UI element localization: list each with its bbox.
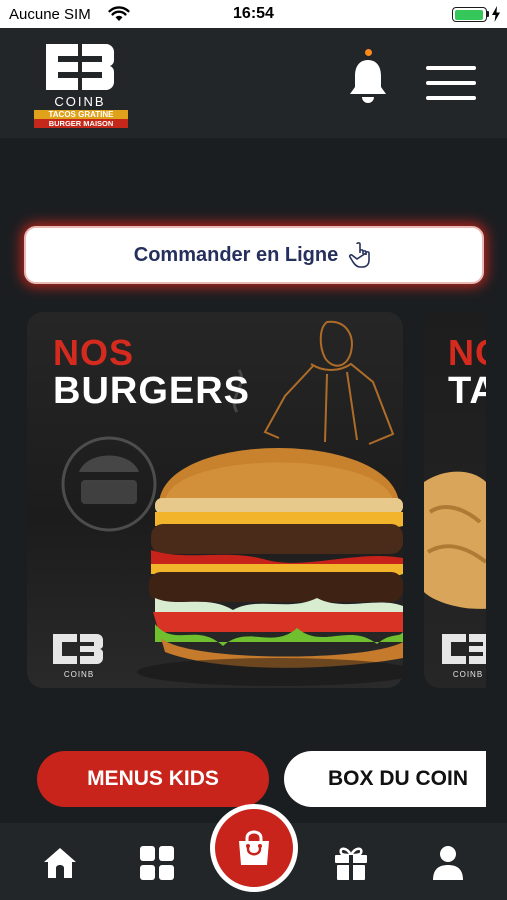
logo-mark-icon [46, 44, 115, 90]
brand-watermark-label: COINB [453, 670, 483, 679]
order-online-button[interactable]: Commander en Ligne [24, 226, 484, 284]
charging-icon [492, 6, 500, 22]
battery-nub [487, 11, 489, 17]
logo-wordmark: COINB [54, 94, 106, 109]
category-box-du-coin-button[interactable]: BOX DU COIN [284, 751, 486, 807]
gift-icon[interactable] [331, 843, 371, 883]
carousel-card-burgers[interactable]: NOS BURGERS COINB [27, 312, 403, 688]
card-title-bottom: BURGERS [53, 370, 251, 412]
user-glyph [433, 846, 463, 880]
card-title-bottom: TA [448, 370, 486, 412]
order-online-label: Commander en Ligne [133, 243, 339, 266]
battery-level [454, 9, 483, 20]
notification-dot [365, 49, 372, 56]
category-carousel[interactable]: NOS BURGERS COINB NO TA COINB [0, 312, 507, 692]
status-bar: Aucune SIM 16:54 [0, 0, 507, 28]
menu-line [426, 81, 476, 85]
bell-icon[interactable] [346, 48, 390, 108]
card-title-top: NOS [53, 332, 135, 373]
bottom-navigation [0, 804, 507, 900]
hamburger-menu-icon[interactable] [422, 62, 480, 104]
pointing-hand-icon [349, 242, 371, 268]
grid-icon[interactable] [137, 843, 177, 883]
home-icon[interactable] [40, 843, 80, 883]
app-header: COINB TACOS GRATINE BURGER MAISON [0, 28, 507, 138]
brand-watermark-label: COINB [64, 670, 94, 679]
brand-watermark-icon: COINB [442, 634, 486, 679]
battery-icon [452, 7, 487, 22]
shopping-bag-button[interactable] [210, 804, 298, 892]
menu-line [426, 96, 476, 100]
grid-glyph [140, 846, 174, 880]
logo-tagline-burger: BURGER MAISON [34, 119, 128, 128]
brand-watermark-icon: COINB [53, 634, 104, 679]
brand-logo[interactable]: COINB TACOS GRATINE BURGER MAISON [30, 38, 130, 130]
menu-line [426, 66, 476, 70]
category-menus-kids-button[interactable]: MENUS KIDS [37, 751, 269, 807]
card-title-top: NO [448, 332, 486, 373]
user-icon[interactable] [428, 843, 468, 883]
clock: 16:54 [233, 5, 274, 22]
shopping-bag-icon [239, 830, 269, 865]
home-glyph [44, 848, 76, 878]
carousel-card-tacos[interactable]: NO TA COINB [424, 312, 486, 688]
gift-glyph [335, 847, 367, 880]
